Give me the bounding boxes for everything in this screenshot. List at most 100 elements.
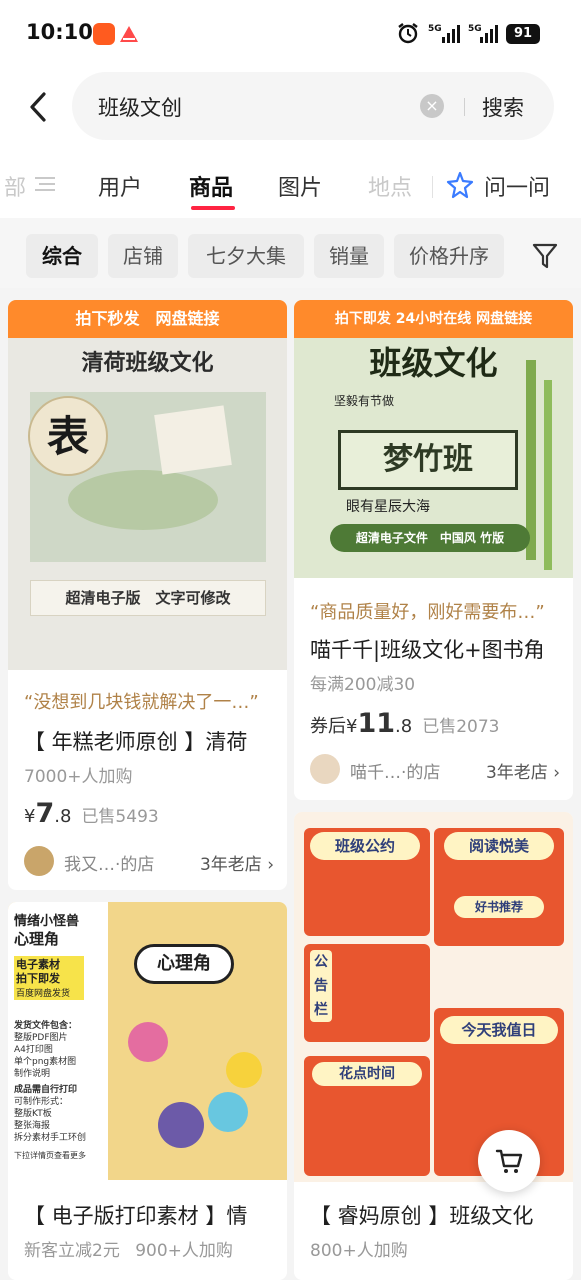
product-meta: 7000+人加购: [24, 767, 133, 787]
product-image-text: 拆分素材手工环创: [14, 1133, 87, 1143]
product-image-text: 栏: [314, 1002, 328, 1018]
product-card[interactable]: 情绪小怪兽 心理角 电子素材 拍下即发 百度网盘发货 发货文件包含： 整版PDF…: [8, 902, 287, 1280]
product-price: 券后¥11.8 已售2073: [310, 708, 499, 739]
sold-count: 已售2073: [422, 717, 500, 737]
shop-age-label: 3年老店: [485, 763, 548, 783]
product-price: ¥7.8 已售5493: [24, 798, 159, 829]
shop-age: 3年老店 ›: [200, 850, 274, 875]
filter-price-asc[interactable]: 价格升序: [394, 234, 504, 278]
product-card[interactable]: 拍下即发 24小时在线 网盘链接 班级文化 坚毅有节做 梦竹班 眼有星辰大海 超…: [294, 300, 573, 800]
signal-icon: [480, 25, 498, 43]
chevron-right-icon: ›: [267, 855, 274, 875]
avatar: [24, 846, 54, 876]
product-title: 【 睿妈原创 】班级文化: [310, 1204, 534, 1228]
filter-sales[interactable]: 销量: [314, 234, 384, 278]
product-card[interactable]: 拍下秒发 网盘链接 清荷班级文化 表 超清电子版 文字可修改 “没想到几块钱就解…: [8, 300, 287, 890]
product-image[interactable]: 拍下秒发 网盘链接 清荷班级文化 表 超清电子版 文字可修改: [8, 300, 287, 670]
product-image-badge: 心理角: [134, 944, 234, 984]
product-image-title: 心理角: [14, 930, 60, 948]
active-tab-indicator: [191, 206, 235, 210]
product-image-text: 整张海报: [14, 1121, 51, 1131]
close-icon[interactable]: ×: [420, 94, 444, 118]
chevron-left-icon[interactable]: [24, 90, 54, 124]
filter-qixi[interactable]: 七夕大集: [188, 234, 304, 278]
product-image-text: 制作说明: [14, 1069, 51, 1079]
tab-ask[interactable]: 问一问: [484, 170, 550, 202]
status-time: 10:10: [26, 20, 93, 44]
product-image-title: 阅读悦美: [444, 832, 554, 860]
product-meta-count: 900+人加购: [135, 1241, 233, 1261]
product-meta: 新客立减2元 900+人加购: [24, 1236, 233, 1261]
price-integer: 7: [35, 798, 55, 829]
price-decimal: .8: [54, 806, 72, 827]
search-button[interactable]: 搜索: [482, 92, 524, 122]
product-image-text: 告: [314, 978, 328, 994]
lotus-leaf-shape: [68, 470, 218, 530]
review-quote: “商品质量好，刚好需要布…”: [310, 602, 545, 623]
search-query: 班级文创: [98, 96, 182, 120]
product-image-caption: 超清电子版 文字可修改: [30, 580, 266, 616]
product-image-title: 今天我值日: [440, 1016, 558, 1044]
battery-icon: 91: [506, 24, 540, 44]
product-image-badge: 表: [28, 396, 108, 476]
tab-all[interactable]: 部: [4, 170, 26, 202]
monster-shape: [128, 1022, 168, 1062]
shop-age-label: 3年老店: [199, 855, 262, 875]
product-image-text: 整版PDF图片: [14, 1033, 68, 1043]
shop-row[interactable]: 喵千…·的店 3年老店 ›: [310, 754, 560, 784]
filter-comprehensive[interactable]: 综合: [26, 234, 98, 278]
monster-shape: [158, 1102, 204, 1148]
filter-icon[interactable]: [532, 242, 558, 270]
menu-icon: [35, 177, 55, 191]
tab-places[interactable]: 地点: [368, 170, 412, 202]
product-image-text: 拍下即发: [16, 972, 60, 985]
app-icon: [93, 23, 115, 45]
product-meta: 每满200减30: [310, 675, 416, 695]
filter-stores[interactable]: 店铺: [108, 234, 178, 278]
product-image-text: 百度网盘发货: [16, 989, 71, 999]
paper-card-shape: [154, 405, 232, 475]
price-prefix: 券后: [310, 716, 346, 737]
price-decimal: .8: [395, 716, 413, 737]
product-image-caption: 超清电子文件 中国风 竹版: [330, 524, 530, 552]
price-integer: 11: [357, 708, 396, 739]
product-image[interactable]: 班级公约 阅读悦美 好书推荐 公 告 栏 花点时间 今天我值日: [294, 812, 573, 1182]
product-image-text: 眼有星辰大海: [346, 499, 430, 515]
signal-icon: [442, 25, 460, 43]
monster-shape: [208, 1092, 248, 1132]
product-image-text: 好书推荐: [454, 896, 544, 918]
shop-row[interactable]: 我又…·的店 3年老店 ›: [24, 846, 274, 876]
product-image-title: 清荷班级文化: [81, 350, 214, 376]
shop-name: 我又…·的店: [64, 855, 155, 875]
star-icon: [446, 171, 474, 199]
product-image-text: 发货文件包含：: [14, 1021, 78, 1031]
shop-age: 3年老店 ›: [486, 758, 560, 783]
product-image[interactable]: 情绪小怪兽 心理角 电子素材 拍下即发 百度网盘发货 发货文件包含： 整版PDF…: [8, 902, 287, 1180]
result-tabs: 部 用户 商品 图片 地点 问一问: [0, 158, 581, 214]
alarm-icon: [398, 23, 418, 44]
product-image-list: 发货文件包含： 整版PDF图片 A4打印图 单个png素材图 制作说明 成品需自…: [14, 1020, 106, 1162]
search-input[interactable]: 班级文创 × 搜索: [72, 72, 554, 140]
shop-name: 喵千…·的店: [350, 763, 441, 783]
product-title: 喵千千|班级文化+图书角: [310, 638, 545, 662]
review-quote: “没想到几块钱就解决了一…”: [24, 692, 259, 713]
tab-images[interactable]: 图片: [278, 170, 322, 202]
tab-products[interactable]: 商品: [189, 170, 233, 202]
product-image[interactable]: 拍下即发 24小时在线 网盘链接 班级文化 坚毅有节做 梦竹班 眼有星辰大海 超…: [294, 300, 573, 578]
product-title: 【 年糕老师原创 】清荷: [24, 730, 248, 754]
status-bar: 10:10 5G 5G 91: [0, 0, 581, 68]
monster-shape: [226, 1052, 262, 1088]
price-symbol: ¥: [346, 716, 358, 737]
product-image-text: 可制作形式：: [14, 1097, 69, 1107]
product-image-text: 单个png素材图: [14, 1057, 77, 1067]
cart-button[interactable]: [478, 1130, 540, 1192]
product-image-text: 坚毅有节做: [334, 394, 395, 408]
tab-users[interactable]: 用户: [98, 170, 142, 202]
product-image-text: A4打印图: [14, 1045, 53, 1055]
avatar: [310, 754, 340, 784]
product-image-title: 班级公约: [310, 832, 420, 860]
product-image-text: 公: [314, 954, 328, 970]
product-card[interactable]: 班级公约 阅读悦美 好书推荐 公 告 栏 花点时间 今天我值日 【 睿妈原创 】…: [294, 812, 573, 1280]
promo-text: 新客立减2元: [24, 1241, 120, 1261]
product-image-text: 电子素材: [16, 958, 60, 971]
